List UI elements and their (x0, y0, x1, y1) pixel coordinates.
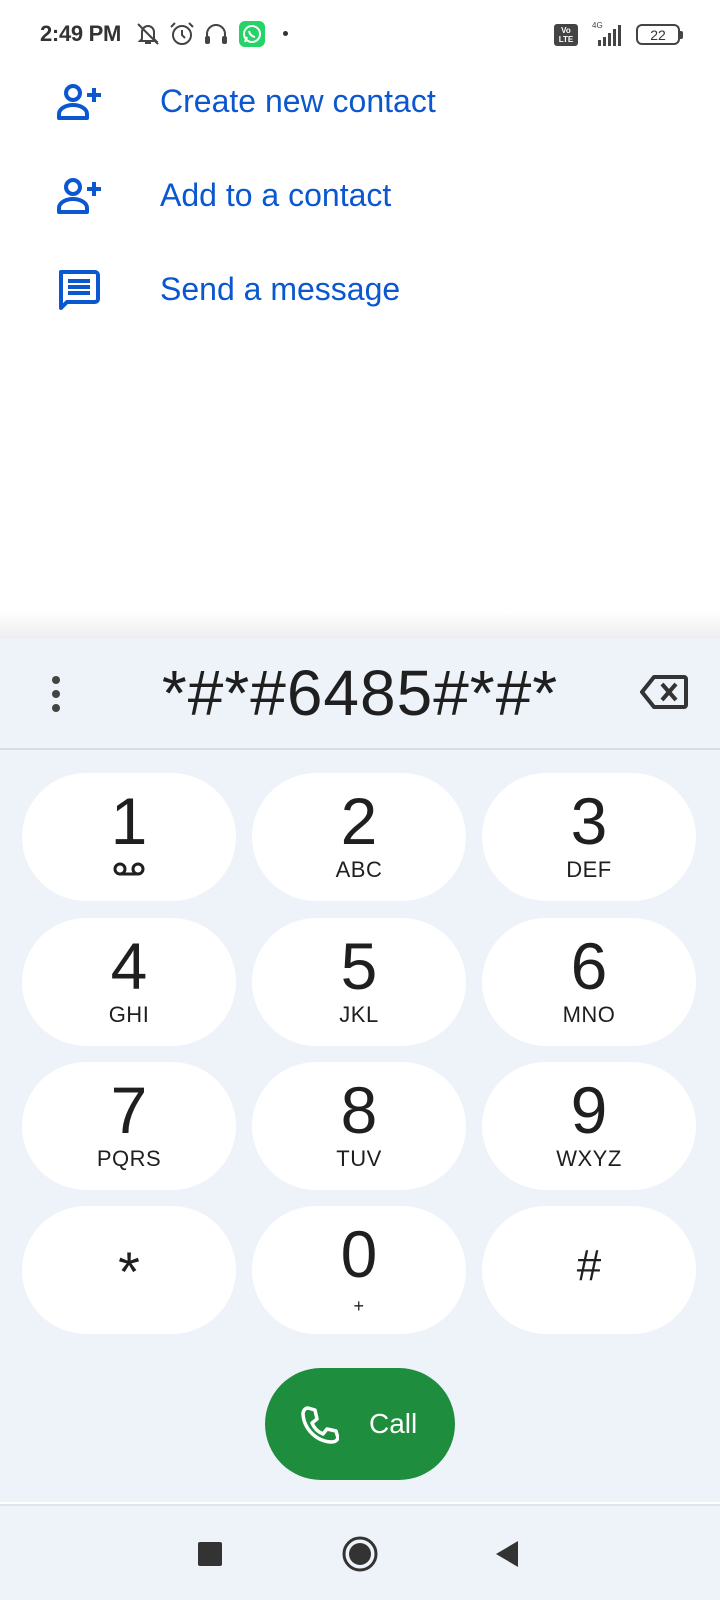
volte-icon: Vo LTE (554, 24, 578, 46)
key-letters: DEF (566, 857, 612, 882)
key-digit: 4 (110, 929, 148, 1003)
send-message-item[interactable]: Send a message (0, 244, 720, 334)
dialpad-shadow (0, 612, 720, 638)
backspace-icon[interactable] (640, 674, 688, 710)
navigation-bar (0, 1504, 720, 1600)
notification-dot (283, 31, 288, 36)
dial-key-8[interactable]: 8 TUV (252, 1062, 466, 1190)
digits-row: *#*#6485#*#* (0, 638, 720, 750)
call-label: Call (369, 1408, 418, 1439)
entered-digits[interactable]: *#*#6485#*#* (110, 656, 610, 730)
key-digit: 5 (340, 929, 378, 1003)
dial-key-1[interactable]: 1 (22, 773, 236, 901)
dial-key-3[interactable]: 3 DEF (482, 773, 696, 901)
call-button[interactable]: Call (265, 1368, 455, 1480)
dial-key-2[interactable]: 2 ABC (252, 773, 466, 901)
dial-key-4[interactable]: 4 GHI (22, 918, 236, 1046)
key-digit: 7 (110, 1073, 148, 1147)
dial-key-hash[interactable]: # (482, 1206, 696, 1334)
key-letters: + (353, 1296, 365, 1316)
dial-key-star[interactable]: * (22, 1206, 236, 1334)
recents-button[interactable] (190, 1534, 230, 1574)
status-time: 2:49 PM (40, 21, 122, 46)
whatsapp-icon (239, 21, 265, 47)
key-digit: * (118, 1240, 140, 1303)
add-to-contact-item[interactable]: Add to a contact (0, 150, 720, 240)
battery-level: 22 (650, 27, 666, 43)
message-icon (59, 270, 100, 310)
key-digit: 9 (570, 1073, 608, 1147)
key-digit: 1 (110, 784, 148, 858)
key-letters: GHI (108, 1002, 150, 1027)
key-letters: PQRS (96, 1146, 162, 1171)
bell-off-icon (137, 23, 159, 45)
send-message-label: Send a message (160, 271, 401, 307)
battery-icon: 22 (636, 24, 680, 45)
key-digit: 6 (570, 929, 608, 1003)
key-letters: JKL (339, 1002, 379, 1027)
key-digit: 0 (340, 1217, 378, 1291)
dial-key-7[interactable]: 7 PQRS (22, 1062, 236, 1190)
svg-text:4G: 4G (592, 21, 603, 30)
create-new-contact-item[interactable]: Create new contact (0, 56, 720, 146)
key-letters: TUV (336, 1146, 382, 1171)
phone-icon (301, 1406, 339, 1444)
person-add-icon (57, 84, 101, 120)
home-button[interactable] (340, 1534, 380, 1574)
key-digit: 8 (340, 1073, 378, 1147)
more-options-icon[interactable] (46, 674, 66, 714)
key-digit: 3 (570, 784, 608, 858)
add-to-contact-label: Add to a contact (160, 177, 392, 213)
alarm-icon (170, 22, 194, 45)
key-digit: # (576, 1241, 602, 1290)
create-new-contact-label: Create new contact (160, 83, 436, 119)
key-digit: 2 (340, 784, 378, 858)
key-letters: WXYZ (556, 1146, 622, 1171)
dial-key-0[interactable]: 0 + (252, 1206, 466, 1334)
voicemail-icon (113, 862, 145, 876)
person-add-icon (57, 178, 101, 214)
dial-key-9[interactable]: 9 WXYZ (482, 1062, 696, 1190)
headset-icon (205, 24, 227, 44)
dial-key-6[interactable]: 6 MNO (482, 918, 696, 1046)
key-letters: MNO (562, 1002, 616, 1027)
key-letters: ABC (335, 857, 383, 882)
signal-icon: 4G (592, 21, 621, 46)
back-button[interactable] (488, 1534, 528, 1574)
battery-tip (680, 31, 683, 39)
dial-key-5[interactable]: 5 JKL (252, 918, 466, 1046)
